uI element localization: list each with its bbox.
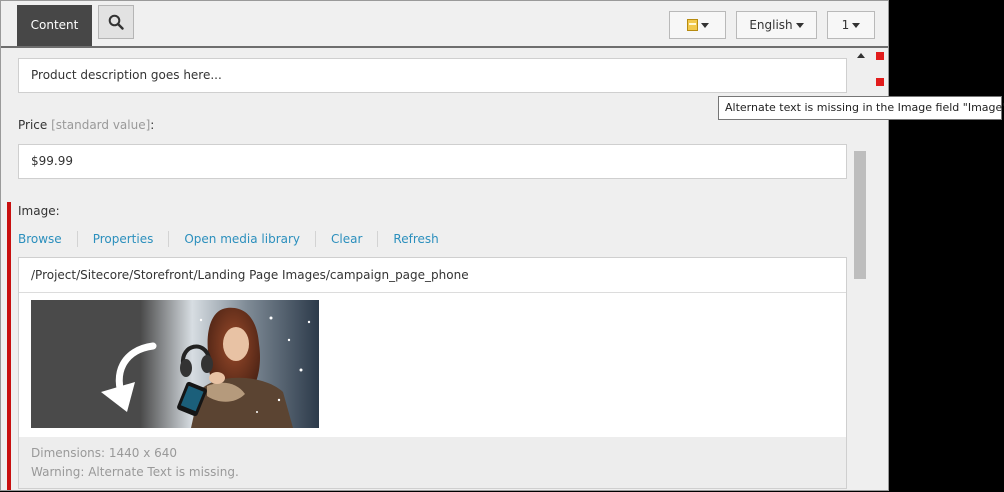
description-field[interactable]: Product description goes here...: [18, 58, 847, 93]
price-label-colon: :: [150, 118, 155, 132]
scroll-up-icon[interactable]: [857, 53, 865, 58]
image-field-actions: Browse Properties Open media library Cle…: [18, 231, 439, 247]
price-field[interactable]: $99.99: [18, 144, 847, 179]
tab-content[interactable]: Content: [17, 5, 92, 46]
browse-link[interactable]: Browse: [18, 232, 62, 246]
language-label: English: [749, 18, 793, 32]
toolbar: Content English 1: [1, 1, 888, 48]
version-label: 1: [841, 18, 850, 32]
divider: [377, 231, 379, 247]
search-button[interactable]: [98, 5, 134, 39]
validation-error-bar: [7, 202, 11, 490]
image-dimensions: Dimensions: 1440 x 640: [31, 446, 178, 460]
content-editor: Content English 1 Product description go…: [0, 0, 889, 491]
image-path[interactable]: /Project/Sitecore/Storefront/Landing Pag…: [19, 258, 846, 293]
price-label: Price [standard value]:: [18, 118, 154, 132]
validation-tooltip: Alternate text is missing in the Image f…: [718, 96, 1004, 120]
language-selector[interactable]: English: [736, 11, 817, 39]
chevron-down-icon: [795, 22, 804, 28]
image-details: Dimensions: 1440 x 640 Warning: Alternat…: [19, 437, 846, 488]
campaign-image: [31, 300, 319, 428]
properties-link[interactable]: Properties: [93, 232, 154, 246]
chevron-down-icon: [700, 22, 709, 28]
scrollbar-thumb[interactable]: [854, 151, 866, 279]
chevron-down-icon: [852, 22, 861, 28]
refresh-link[interactable]: Refresh: [393, 232, 438, 246]
open-media-library-link[interactable]: Open media library: [184, 232, 300, 246]
image-field: /Project/Sitecore/Storefront/Landing Pag…: [18, 257, 847, 489]
search-icon: [108, 14, 124, 30]
divider: [168, 231, 170, 247]
clear-link[interactable]: Clear: [331, 232, 362, 246]
validation-error-icon[interactable]: [876, 78, 884, 86]
version-selector[interactable]: 1: [827, 11, 875, 39]
image-thumbnail[interactable]: [31, 300, 319, 428]
database-selector[interactable]: [669, 11, 726, 39]
validation-error-icon[interactable]: [876, 52, 884, 60]
price-label-text: Price: [18, 118, 48, 132]
database-icon: [686, 19, 698, 31]
divider: [315, 231, 317, 247]
image-preview-area: [19, 293, 846, 437]
divider: [76, 231, 78, 247]
price-standard-value: [standard value]: [51, 118, 151, 132]
image-warning: Warning: Alternate Text is missing.: [31, 465, 239, 479]
image-label: Image:: [18, 204, 60, 218]
